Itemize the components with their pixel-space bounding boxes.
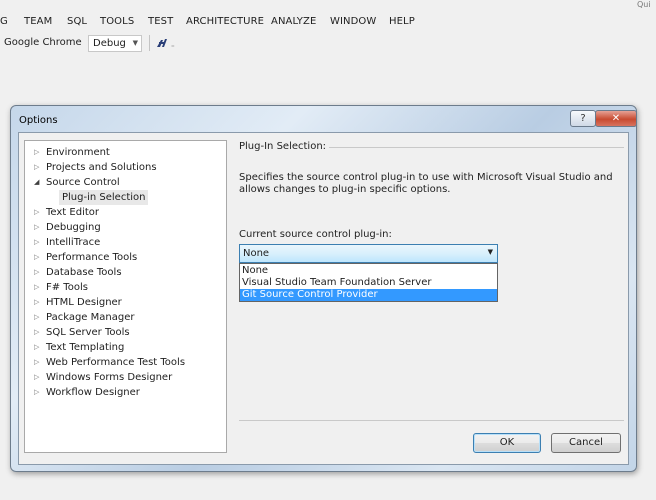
tree-item-label: Projects and Solutions (46, 162, 157, 173)
tree-item-source-control[interactable]: ◢ Source Control (25, 175, 225, 190)
plugin-select-value: None (243, 248, 270, 259)
menu-help[interactable]: HELP (389, 16, 415, 27)
option-team-foundation-server[interactable]: Visual Studio Team Foundation Server (240, 277, 497, 289)
menu-window[interactable]: WINDOW (330, 16, 376, 27)
help-button[interactable]: ? (570, 110, 596, 127)
browser-selector[interactable]: Google Chrome ▼ (4, 37, 93, 48)
tree-item-sql-server-tools[interactable]: ▷ SQL Server Tools (25, 325, 225, 340)
tree-item-label: Workflow Designer (46, 387, 140, 398)
section-title: Plug-In Selection: (239, 141, 327, 152)
section-description: Specifies the source control plug-in to … (239, 172, 613, 195)
tree-item-web-performance-test-tools[interactable]: ▷ Web Performance Test Tools (25, 355, 225, 370)
tree-item-environment[interactable]: ▷ Environment (25, 145, 225, 160)
plugin-select[interactable]: None ▼ (239, 244, 498, 263)
menu-team[interactable]: TEAM (24, 16, 52, 27)
tree-item-label: Text Editor (46, 207, 99, 218)
expand-arrow-icon[interactable]: ▷ (34, 295, 39, 310)
options-tree[interactable]: ▷ Environment ▷ Projects and Solutions ◢… (24, 140, 227, 453)
tree-item-database-tools[interactable]: ▷ Database Tools (25, 265, 225, 280)
menu-bar: G TEAM SQL TOOLS TEST ARCHITECTURE ANALY… (0, 0, 656, 32)
option-git-source-control-provider[interactable]: Git Source Control Provider (240, 289, 497, 301)
tree-item-label: Plug-in Selection (59, 190, 149, 205)
expand-arrow-icon[interactable]: ▷ (34, 340, 39, 355)
menu-debug[interactable]: G (0, 16, 8, 27)
button-divider (239, 420, 624, 421)
menu-sql[interactable]: SQL (67, 16, 87, 27)
expand-arrow-icon[interactable]: ▷ (34, 220, 39, 235)
tree-item-label: SQL Server Tools (46, 327, 130, 338)
tree-item-label: IntelliTrace (46, 237, 101, 248)
chevron-down-icon: ▼ (132, 39, 138, 47)
tree-item-label: Source Control (46, 177, 120, 188)
close-icon: ✕ (611, 113, 621, 124)
tree-item-workflow-designer[interactable]: ▷ Workflow Designer (25, 385, 225, 400)
dialog-title: Options (19, 115, 58, 126)
current-plugin-label: Current source control plug-in: (239, 229, 392, 240)
expand-arrow-icon[interactable]: ▷ (34, 160, 39, 175)
section-divider (329, 147, 624, 148)
tree-item-label: Debugging (46, 222, 101, 233)
tree-item-label: F# Tools (46, 282, 88, 293)
tree-item-fsharp-tools[interactable]: ▷ F# Tools (25, 280, 225, 295)
menu-analyze[interactable]: ANALYZE (271, 16, 316, 27)
tree-item-label: Text Templating (46, 342, 125, 353)
options-dialog: Options ? ✕ ▷ Environment ▷ Projects and… (10, 105, 637, 472)
expand-arrow-icon[interactable]: ▷ (34, 355, 39, 370)
tree-item-projects-and-solutions[interactable]: ▷ Projects and Solutions (25, 160, 225, 175)
toolbar-separator (149, 35, 150, 51)
tree-item-label: Windows Forms Designer (46, 372, 173, 383)
collapse-arrow-icon[interactable]: ◢ (34, 175, 39, 190)
tree-item-plug-in-selection[interactable]: Plug-in Selection (25, 190, 225, 205)
dialog-client-area: ▷ Environment ▷ Projects and Solutions ◢… (18, 132, 629, 465)
expand-arrow-icon[interactable]: ▷ (34, 145, 39, 160)
tree-item-text-templating[interactable]: ▷ Text Templating (25, 340, 225, 355)
overflow-icon[interactable]: ₌ (171, 41, 175, 49)
tree-item-package-manager[interactable]: ▷ Package Manager (25, 310, 225, 325)
tree-item-label: Environment (46, 147, 110, 158)
plugin-dropdown-list: None Visual Studio Team Foundation Serve… (239, 263, 498, 302)
expand-arrow-icon[interactable]: ▷ (34, 325, 39, 340)
expand-arrow-icon[interactable]: ▷ (34, 370, 39, 385)
expand-arrow-icon[interactable]: ▷ (34, 385, 39, 400)
menu-test[interactable]: TEST (148, 16, 173, 27)
toolbar: Google Chrome ▼ Debug ▼ ₌ (0, 32, 656, 54)
ok-button[interactable]: OK (473, 433, 541, 453)
tree-item-label: Package Manager (46, 312, 135, 323)
tree-item-text-editor[interactable]: ▷ Text Editor (25, 205, 225, 220)
configuration-combo[interactable]: Debug ▼ (88, 35, 142, 52)
tree-item-performance-tools[interactable]: ▷ Performance Tools (25, 250, 225, 265)
configuration-value: Debug (93, 38, 126, 49)
tree-item-label: HTML Designer (46, 297, 122, 308)
chevron-down-icon[interactable]: ▼ (488, 248, 493, 256)
expand-arrow-icon[interactable]: ▷ (34, 205, 39, 220)
tree-item-label: Web Performance Test Tools (46, 357, 186, 368)
tree-item-intellitrace[interactable]: ▷ IntelliTrace (25, 235, 225, 250)
tree-item-debugging[interactable]: ▷ Debugging (25, 220, 225, 235)
close-button[interactable]: ✕ (595, 110, 637, 127)
expand-arrow-icon[interactable]: ▷ (34, 250, 39, 265)
menu-architecture[interactable]: ARCHITECTURE (186, 16, 264, 27)
find-icon[interactable] (155, 37, 169, 52)
tree-item-label: Database Tools (46, 267, 122, 278)
expand-arrow-icon[interactable]: ▷ (34, 235, 39, 250)
tree-item-windows-forms-designer[interactable]: ▷ Windows Forms Designer (25, 370, 225, 385)
browser-name: Google Chrome (4, 37, 82, 48)
quick-launch-input[interactable]: Qui (637, 0, 651, 9)
expand-arrow-icon[interactable]: ▷ (34, 280, 39, 295)
tree-item-label: Performance Tools (46, 252, 138, 263)
tree-item-html-designer[interactable]: ▷ HTML Designer (25, 295, 225, 310)
option-none[interactable]: None (240, 265, 497, 277)
expand-arrow-icon[interactable]: ▷ (34, 265, 39, 280)
expand-arrow-icon[interactable]: ▷ (34, 310, 39, 325)
cancel-button[interactable]: Cancel (551, 433, 621, 453)
help-icon: ? (580, 113, 586, 124)
menu-tools[interactable]: TOOLS (100, 16, 134, 27)
